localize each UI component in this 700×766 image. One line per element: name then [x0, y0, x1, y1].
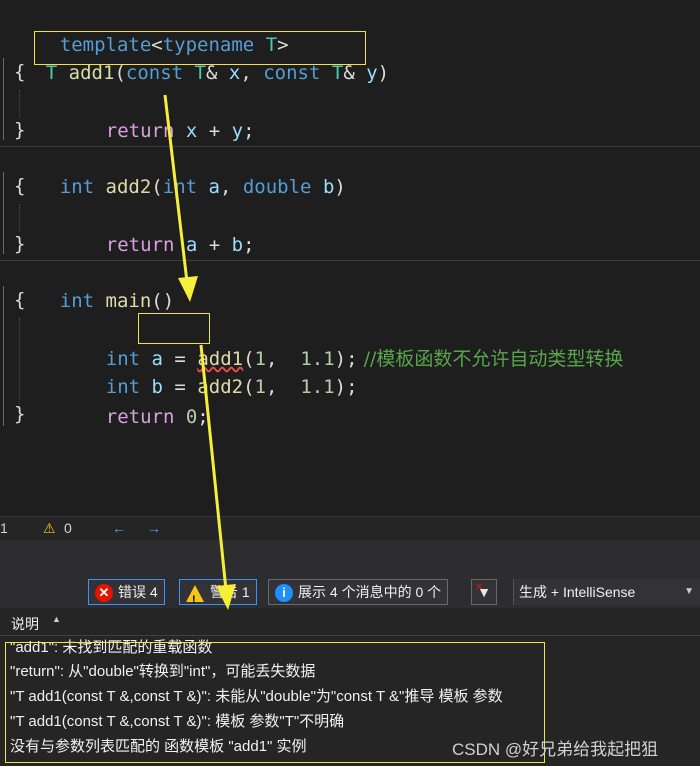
- annotation-arrowhead-2: [216, 584, 236, 610]
- annotation-arrow-2: [199, 344, 228, 591]
- annotation-arrow-1: [163, 94, 189, 283]
- annotation-arrowhead-1: [178, 276, 198, 302]
- annotation-arrows: [163, 94, 236, 610]
